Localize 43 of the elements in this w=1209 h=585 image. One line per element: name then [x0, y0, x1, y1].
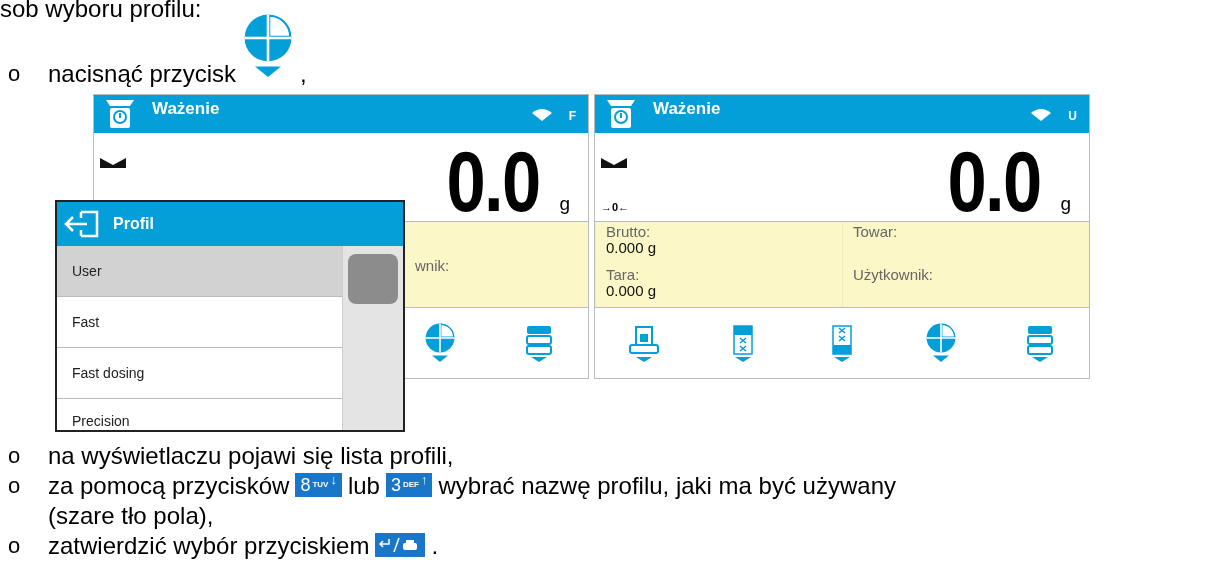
bullet-marker: o	[8, 442, 22, 471]
field-value: 0.000 g	[606, 240, 658, 257]
instruction-text: na wyświetlaczu pojawi się lista profili,	[48, 441, 454, 472]
wifi-icon	[1030, 108, 1053, 123]
scrollbar-track[interactable]	[342, 246, 403, 431]
instruction-text: lub	[347, 471, 380, 502]
quartered-circle-icon[interactable]	[924, 321, 957, 365]
profile-item[interactable]: User	[57, 246, 342, 298]
field-label: Brutto:	[606, 224, 652, 241]
instruction-text: zatwierdzić wybór przyciskiem	[48, 531, 370, 562]
instruction-text: za pomocą przycisków	[48, 471, 290, 502]
exit-arrow-icon[interactable]	[63, 209, 101, 240]
weight-reading: 0.0	[446, 141, 540, 222]
instruction-text: wybrać nazwę profilu, jaki ma być używany	[438, 471, 896, 502]
quartered-circle-icon[interactable]	[423, 321, 456, 365]
field-label: Tara:	[606, 266, 641, 283]
bullet-marker: o	[8, 532, 22, 561]
weight-unit: g	[559, 193, 570, 216]
field-label: wnik:	[415, 257, 451, 274]
field-value: 0.000 g	[606, 282, 658, 299]
wifi-icon	[530, 108, 553, 123]
bullet-marker: o	[8, 60, 22, 89]
field-label: Użytkownik:	[853, 266, 935, 283]
profile-letter: U	[1068, 109, 1077, 124]
instruction-text: nacisnąć przycisk	[48, 59, 237, 90]
bullet-marker: o	[8, 472, 22, 501]
enter-print-key-icon	[375, 533, 426, 558]
screen-title: Ważenie	[152, 99, 221, 120]
screen-title: Ważenie	[653, 99, 722, 120]
weight-on-scale-icon[interactable]	[627, 324, 662, 363]
zero-indicator: →0←	[601, 201, 631, 214]
weight-reading: 0.0	[947, 141, 1041, 222]
stability-marker-icon	[100, 158, 126, 169]
profile-letter: F	[568, 109, 576, 124]
stability-marker-icon	[601, 158, 627, 169]
instruction-text: ,	[300, 59, 307, 90]
instruction-text: (szare tło pola),	[48, 501, 214, 532]
weight-unit: g	[1060, 193, 1071, 216]
dialog-title: Profil	[113, 215, 154, 234]
instruction-text: .	[431, 531, 439, 562]
field-label: Towar:	[853, 224, 899, 241]
scrollbar-thumb[interactable]	[348, 254, 398, 305]
intro-text: sob wyboru profilu:	[0, 0, 203, 22]
